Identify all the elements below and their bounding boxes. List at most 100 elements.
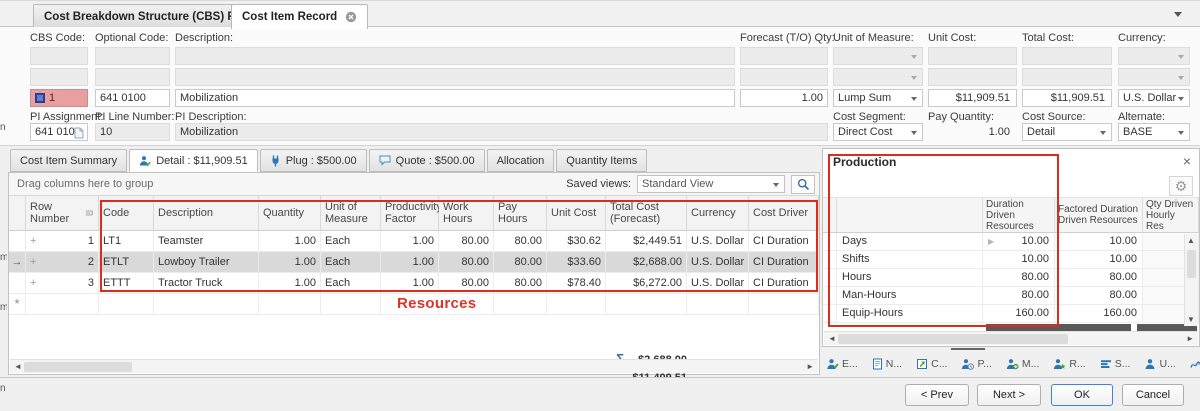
grid-cell[interactable] — [321, 294, 381, 315]
currency-dropdown[interactable]: U.S. Dollar — [1118, 89, 1190, 107]
grid-cell[interactable]: 80.00 — [494, 231, 547, 252]
scroll-left-icon[interactable]: ◄ — [14, 361, 22, 373]
cost-segment-dropdown[interactable]: Direct Cost — [833, 123, 923, 141]
dock-tab-employees[interactable]: E... — [826, 358, 858, 370]
row-number-cell[interactable]: +3 — [26, 273, 99, 294]
close-icon[interactable]: × — [1183, 153, 1191, 169]
grid-cell[interactable]: 1.00 — [381, 231, 439, 252]
pi-assignment-field[interactable]: 641 0100 — [30, 123, 88, 141]
grid-cell[interactable]: 80.00 — [494, 252, 547, 273]
optional-code-field[interactable]: 641 0100 — [95, 89, 170, 107]
grid-cell[interactable]: Tractor Truck — [154, 273, 259, 294]
scrollbar-segment[interactable] — [986, 324, 1131, 331]
forecast-qty-field[interactable]: 1.00 — [740, 89, 828, 107]
grid-cell[interactable]: $6,272.00 — [606, 273, 687, 294]
table-row[interactable]: +1 LT1 Teamster 1.00 Each 1.00 80.00 80.… — [9, 231, 819, 252]
scroll-right-icon[interactable]: ► — [806, 361, 814, 373]
tab-cost-item-record[interactable]: Cost Item Record — [231, 4, 368, 29]
column-header-productivity-factor[interactable]: Productivity Factor — [381, 196, 439, 231]
grid-cell[interactable] — [547, 294, 606, 315]
grid-cell[interactable]: Each — [321, 231, 381, 252]
uom-dropdown[interactable]: Lump Sum — [833, 89, 923, 107]
grid-cell[interactable] — [749, 294, 819, 315]
grid-cell[interactable]: CI Duration — [749, 273, 819, 294]
grid-cell[interactable]: 1.00 — [259, 273, 321, 294]
scrollbar-thumb[interactable] — [1187, 250, 1196, 278]
table-row[interactable]: Hours 80.00 80.00 — [823, 269, 1199, 287]
settings-button[interactable]: ⚙ — [1169, 176, 1193, 196]
grid-horizontal-scrollbar[interactable]: ◄ ► — [10, 359, 818, 373]
tab-cost-item-summary[interactable]: Cost Item Summary — [10, 149, 127, 172]
grid-cell[interactable]: U.S. Dollar — [687, 273, 749, 294]
grid-cell[interactable]: Lowboy Trailer — [154, 252, 259, 273]
grid-cell[interactable] — [687, 294, 749, 315]
dock-tab-copy[interactable]: C... — [916, 358, 947, 370]
dock-tab-user[interactable]: U... — [1144, 358, 1175, 370]
grid-cell[interactable]: $2,449.51 — [606, 231, 687, 252]
grid-cell[interactable]: 1.00 — [381, 252, 439, 273]
grid-cell[interactable]: 160.00 — [1055, 305, 1143, 323]
table-row[interactable]: Days ▶10.00 10.00 — [823, 233, 1199, 251]
saved-views-dropdown[interactable]: Standard View — [637, 175, 785, 193]
scrollbar-thumb[interactable] — [838, 334, 1068, 344]
grid-cell[interactable]: Teamster — [154, 231, 259, 252]
production-horizontal-scrollbar[interactable]: ◄ ► — [824, 331, 1198, 345]
tab-allocation[interactable]: Allocation — [487, 149, 555, 172]
grid-cell[interactable]: CI Duration — [749, 252, 819, 273]
grid-cell[interactable]: ETTT — [99, 273, 154, 294]
expand-icon[interactable]: + — [30, 252, 36, 272]
grid-cell[interactable]: U.S. Dollar — [687, 252, 749, 273]
column-header-duration-driven[interactable]: Duration Driven Resources — [983, 198, 1055, 233]
grid-cell[interactable]: $33.60 — [547, 252, 606, 273]
table-row[interactable]: Equip-Hours 160.00 160.00 — [823, 305, 1199, 323]
grid-cell[interactable]: 80.00 — [983, 287, 1055, 305]
row-number-cell[interactable]: +2 — [26, 252, 99, 273]
table-row[interactable]: Man-Hours 80.00 80.00 — [823, 287, 1199, 305]
dock-tab-schedule[interactable]: S... — [1100, 358, 1131, 370]
grid-cell[interactable] — [99, 294, 154, 315]
dock-tab-add-member[interactable]: M... — [1006, 358, 1040, 370]
column-header-unit-cost[interactable]: Unit Cost — [547, 196, 606, 231]
scroll-up-icon[interactable]: ▲ — [1187, 236, 1195, 245]
tab-detail[interactable]: Detail : $11,909.51 — [129, 149, 258, 172]
grid-cell[interactable]: 10.00 — [983, 251, 1055, 269]
production-vertical-scrollbar[interactable]: ▲ ▼ — [1184, 234, 1198, 326]
grid-cell[interactable] — [259, 294, 321, 315]
tab-list-dropdown-icon[interactable] — [1174, 12, 1182, 17]
table-row[interactable]: Shifts 10.00 10.00 — [823, 251, 1199, 269]
grid-cell[interactable]: LT1 — [99, 231, 154, 252]
tab-quote[interactable]: Quote : $500.00 — [369, 149, 485, 172]
grid-cell[interactable] — [26, 294, 99, 315]
grid-cell[interactable]: 160.00 — [983, 305, 1055, 323]
column-header-code[interactable]: Code — [99, 196, 154, 231]
scrollbar-thumb[interactable] — [24, 362, 132, 372]
tab-plug[interactable]: Plug : $500.00 — [260, 149, 367, 172]
ok-button[interactable]: OK — [1051, 384, 1113, 406]
column-header-description[interactable]: Description — [154, 196, 259, 231]
dock-tab-notes[interactable]: N... — [872, 358, 902, 370]
grid-cell[interactable]: 1.00 — [259, 252, 321, 273]
scroll-down-icon[interactable]: ▼ — [1187, 315, 1195, 324]
table-row[interactable]: +3 ETTT Tractor Truck 1.00 Each 1.00 80.… — [9, 273, 819, 294]
column-header-pay-hours[interactable]: Pay Hours — [494, 196, 547, 231]
tab-quantity-items[interactable]: Quantity Items — [556, 149, 647, 172]
dock-tab-resources[interactable]: R... — [1053, 358, 1085, 370]
grid-cell[interactable]: Each — [321, 252, 381, 273]
alternate-dropdown[interactable]: BASE — [1118, 123, 1190, 141]
grid-cell[interactable]: 80.00 — [1055, 287, 1143, 305]
row-number-cell[interactable]: +1 — [26, 231, 99, 252]
column-header-qty-driven[interactable]: Qty Driven Hourly Res — [1143, 198, 1199, 233]
cbs-code-field[interactable]: 1 — [30, 89, 88, 107]
grid-cell[interactable]: CI Duration — [749, 231, 819, 252]
prev-button[interactable]: < Prev — [905, 384, 969, 406]
scroll-right-icon[interactable]: ► — [1186, 333, 1194, 345]
grid-cell[interactable]: 80.00 — [983, 269, 1055, 287]
grid-cell[interactable]: 80.00 — [439, 273, 494, 294]
column-header-uom[interactable]: Unit of Measure — [321, 196, 381, 231]
grid-cell[interactable]: 80.00 — [439, 231, 494, 252]
column-header-factored-duration[interactable]: Factored Duration Driven Resources — [1055, 198, 1143, 233]
grid-cell[interactable]: $78.40 — [547, 273, 606, 294]
group-by-bar[interactable]: Drag columns here to group Saved views: … — [9, 173, 819, 196]
column-header-total-cost[interactable]: Total Cost (Forecast) — [606, 196, 687, 231]
grid-cell[interactable]: $2,688.00 — [606, 252, 687, 273]
